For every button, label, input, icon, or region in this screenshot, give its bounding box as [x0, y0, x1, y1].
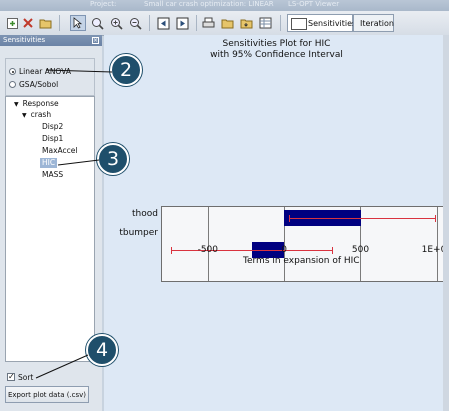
callout-pointers: [35, 69, 113, 379]
